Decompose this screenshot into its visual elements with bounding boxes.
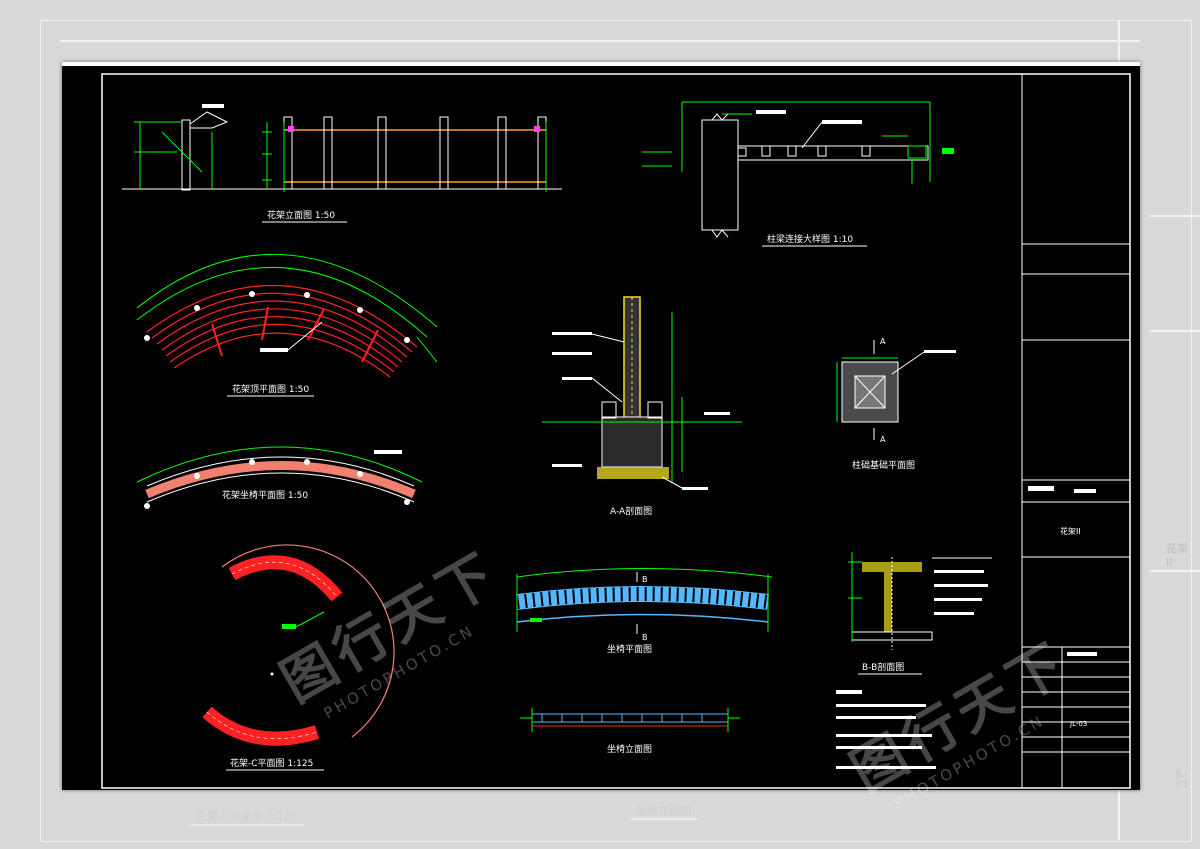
background-sheet-no: JL-03 [1176, 770, 1188, 790]
background-line [1150, 330, 1200, 332]
background-line [1150, 215, 1200, 217]
label-elevation: 花架立面图 1:50 [267, 209, 335, 221]
title-block-field [1067, 652, 1097, 656]
background-caption-mid: 坐椅立面图 [630, 802, 697, 820]
section-mark-b-bottom: B [642, 633, 648, 642]
plan-c-view [202, 544, 395, 746]
section-aa-view [542, 296, 742, 490]
background-line [1150, 570, 1200, 572]
roof-plan-view [136, 253, 438, 378]
section-mark-b-top: B [642, 575, 648, 584]
label-plan-c: 花架-C平面图 1:125 [230, 757, 313, 769]
label-section-aa: A-A剖面图 [610, 505, 652, 517]
label-roof-plan: 花架顶平面图 1:50 [232, 383, 309, 395]
label-base-plan: 柱础基础平面图 [852, 459, 915, 471]
background-caption-right: 花架II [1166, 542, 1188, 569]
label-seat-plan: 花架坐椅平面图 1:50 [222, 489, 308, 501]
section-bb-view [848, 552, 992, 650]
beam-detail-view [642, 101, 954, 238]
bench-elevation-view [520, 708, 740, 732]
section-mark-a-bottom: A [880, 435, 886, 444]
title-block-project: 花架II [1060, 526, 1081, 536]
title-block-sheet-no: JL-03 [1069, 720, 1087, 728]
elevation-view [122, 104, 562, 192]
base-plan-view [836, 340, 956, 440]
label-section-bb: B-B剖面图 [862, 661, 904, 673]
background-line [60, 40, 1140, 42]
title-block [1021, 74, 1130, 788]
cad-drawing-canvas: 花架II JL-03 花架立面图 1:50 柱梁连接大样图 1:10 花架顶平面… [62, 62, 1140, 813]
label-beam-detail: 柱梁连接大样图 1:10 [767, 233, 853, 245]
background-caption-left: 花架-C平面图 1:125 [190, 808, 304, 826]
top-border [62, 62, 1140, 66]
section-mark-a-top: A [880, 337, 886, 346]
title-block-field [1028, 486, 1054, 491]
notes-block [836, 690, 936, 769]
title-block-field [1074, 489, 1096, 493]
label-bench-plan: 坐椅平面图 [607, 643, 652, 655]
label-bench-elevation: 坐椅立面图 [607, 743, 652, 755]
